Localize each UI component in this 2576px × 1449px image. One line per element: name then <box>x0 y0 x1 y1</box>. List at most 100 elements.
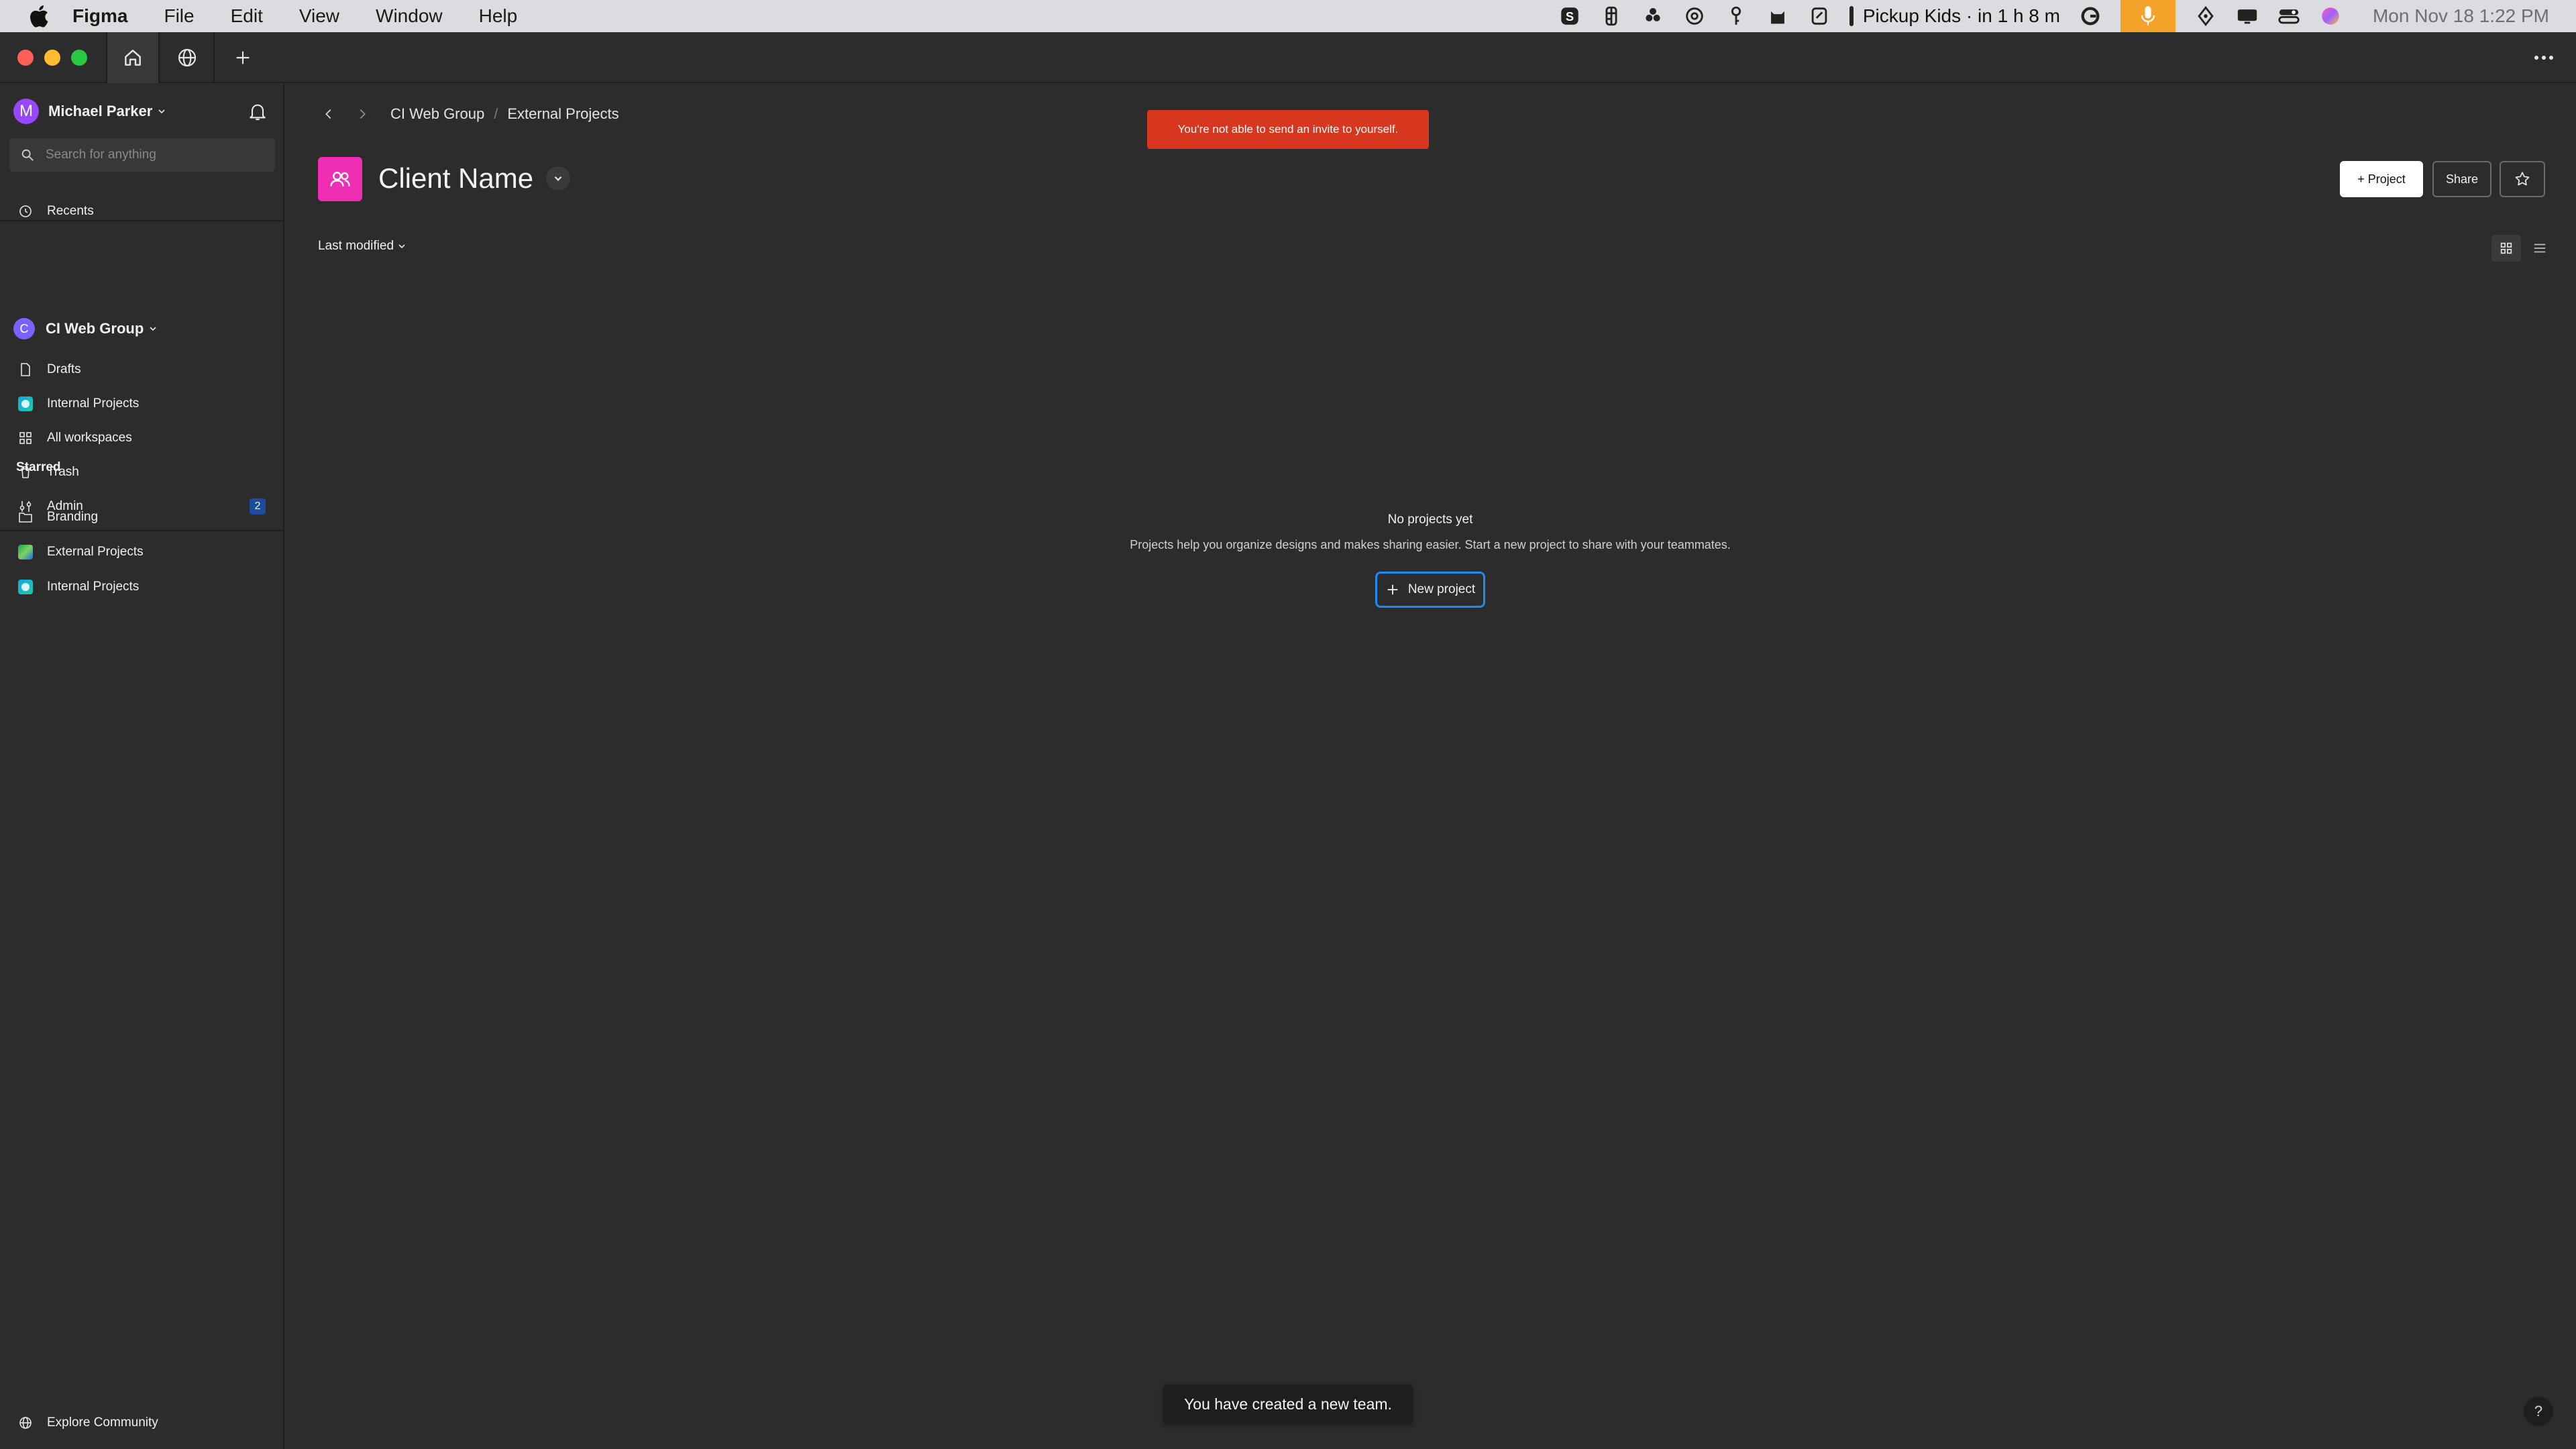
project-icon <box>17 396 34 412</box>
display-icon[interactable] <box>2236 5 2259 28</box>
project-icon <box>17 579 34 595</box>
page-title: Client Name <box>378 162 534 194</box>
sidebar-item-drafts[interactable]: Drafts <box>0 353 283 386</box>
skype-icon[interactable]: S <box>1558 5 1581 28</box>
menu-help[interactable]: Help <box>479 5 518 27</box>
breadcrumb-team[interactable]: CI Web Group <box>390 105 484 123</box>
breadcrumb-separator: / <box>494 105 498 122</box>
team-icon <box>318 157 362 201</box>
chevron-right-icon <box>360 109 366 119</box>
project-icon <box>17 544 34 560</box>
tab-community[interactable] <box>161 32 215 83</box>
error-toast: You're not able to send an invite to you… <box>1147 110 1429 149</box>
sidebar-item-label: Drafts <box>47 362 81 376</box>
home-icon <box>125 50 141 66</box>
sidebar-explore-community[interactable]: Explore Community <box>0 1406 283 1440</box>
more-options-button[interactable] <box>2530 44 2557 71</box>
menu-edit[interactable]: Edit <box>231 5 263 27</box>
menu-file[interactable]: File <box>164 5 194 27</box>
sidebar-item-label: Internal Projects <box>47 396 140 411</box>
grid-icon <box>17 430 34 446</box>
sidebar-divider <box>0 220 283 221</box>
star-icon <box>2515 172 2530 186</box>
list-icon <box>2534 244 2546 253</box>
menu-app-figma[interactable]: Figma <box>72 5 127 27</box>
file-icon <box>17 362 34 378</box>
chevron-down-icon <box>158 109 165 114</box>
forward-button[interactable] <box>352 103 373 125</box>
sidebar-item-all-workspaces[interactable]: All workspaces <box>0 421 283 455</box>
apple-icon[interactable] <box>27 3 50 29</box>
sidebar-item-label: Explore Community <box>47 1415 158 1430</box>
grid-icon <box>2500 242 2512 254</box>
chevron-left-icon <box>325 109 331 119</box>
sidebar-item-label: Branding <box>47 510 99 524</box>
calendar-event[interactable]: Pickup Kids · in 1 h 8 m <box>1849 5 2060 27</box>
cat-icon[interactable] <box>1766 5 1789 28</box>
people-icon <box>330 172 350 186</box>
avatar: M <box>13 99 39 124</box>
sidebar-item-label: Internal Projects <box>47 580 140 594</box>
key-icon[interactable] <box>1725 5 1748 28</box>
tab-home[interactable] <box>106 32 160 83</box>
siri-icon[interactable] <box>2319 5 2342 28</box>
sidebar-item-label: External Projects <box>47 545 144 559</box>
menu-view[interactable]: View <box>299 5 339 27</box>
empty-state-title: No projects yet <box>1387 513 1473 527</box>
sidebar-item-label: Recents <box>47 204 94 218</box>
figma-tabbar <box>0 32 2576 83</box>
title-menu-button[interactable] <box>546 166 570 191</box>
control-center-icon[interactable] <box>2277 5 2300 28</box>
macos-menubar: Figma File Edit View Window Help S Picku… <box>0 0 2576 32</box>
account-switcher[interactable]: M Michael Parker <box>13 97 167 126</box>
window-close-button[interactable] <box>17 50 34 66</box>
window-minimize-button[interactable] <box>44 50 60 66</box>
search-box[interactable] <box>9 138 275 172</box>
grid-view-toggle[interactable] <box>2491 235 2521 262</box>
back-button[interactable] <box>318 103 339 125</box>
clock-icon <box>17 203 34 219</box>
empty-state-description: Projects help you organize designs and m… <box>1130 538 1731 551</box>
menubar-clock[interactable]: Mon Nov 18 1:22 PM <box>2373 5 2549 27</box>
new-project-label: New project <box>1407 582 1476 596</box>
sidebar-starred-internal-projects[interactable]: Internal Projects <box>0 570 283 604</box>
sidebar-item-internal-projects[interactable]: Internal Projects <box>0 387 283 421</box>
figma-tray-icon[interactable] <box>1600 5 1623 28</box>
window-maximize-button[interactable] <box>71 50 87 66</box>
search-input[interactable] <box>44 147 275 163</box>
chevron-down-icon <box>554 176 562 181</box>
team-switcher[interactable]: C CI Web Group <box>13 315 158 342</box>
grammarly-icon[interactable] <box>2079 5 2102 28</box>
list-view-toggle[interactable] <box>2525 235 2555 262</box>
sidebar-starred-external-projects[interactable]: External Projects <box>0 535 283 569</box>
new-project-button[interactable]: New project <box>1375 572 1485 608</box>
microphone-indicator[interactable] <box>2120 0 2176 32</box>
menu-window[interactable]: Window <box>376 5 443 27</box>
sidebar-starred-branding[interactable]: Branding <box>0 500 283 534</box>
new-tab-button[interactable] <box>216 32 270 83</box>
chatgpt-icon[interactable] <box>1683 5 1706 28</box>
dots-cluster-icon[interactable] <box>1642 5 1664 28</box>
svg-text:S: S <box>1566 9 1574 23</box>
main-content: CI Web Group / External Projects You're … <box>284 83 2576 1449</box>
add-project-button[interactable]: + Project <box>2340 161 2423 197</box>
plus-icon <box>236 51 250 64</box>
help-button[interactable]: ? <box>2524 1397 2553 1426</box>
star-button[interactable] <box>2500 161 2545 197</box>
team-avatar: C <box>13 318 35 339</box>
sidebar-item-label: All workspaces <box>47 431 132 445</box>
sort-dropdown[interactable]: Last modified <box>318 239 407 254</box>
ellipsis-icon <box>2534 56 2553 60</box>
bell-icon[interactable] <box>247 101 268 122</box>
event-label: Pickup Kids · in 1 h 8 m <box>1862 5 2060 26</box>
pen-tool-icon[interactable] <box>2194 5 2217 28</box>
clipboard-icon[interactable] <box>1808 5 1831 28</box>
share-button[interactable]: Share <box>2432 161 2491 197</box>
user-name: Michael Parker <box>48 103 153 119</box>
breadcrumb: CI Web Group / External Projects <box>318 101 619 127</box>
figma-window: Figma File Edit View Window Help S Picku… <box>0 0 2576 1449</box>
team-name: CI Web Group <box>46 320 144 337</box>
sidebar-item-recents[interactable]: Recents <box>0 195 283 228</box>
event-color-bar <box>1849 6 1854 26</box>
breadcrumb-current: External Projects <box>507 105 619 122</box>
